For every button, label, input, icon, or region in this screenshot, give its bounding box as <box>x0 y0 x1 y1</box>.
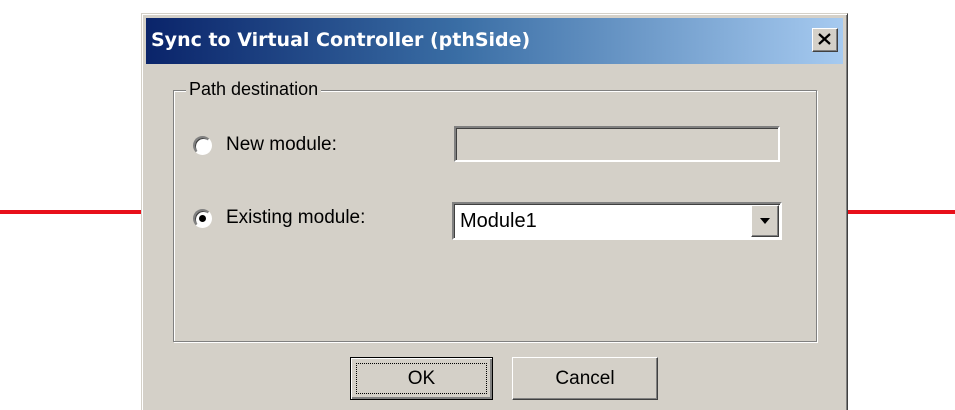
canvas: Sync to Virtual Controller (pthSide) Pat… <box>0 0 955 410</box>
dropdown-button[interactable] <box>751 205 779 237</box>
combo-value: Module1 <box>460 210 537 232</box>
focus-rect <box>356 363 487 394</box>
cancel-label: Cancel <box>555 368 615 389</box>
new-module-radio[interactable] <box>193 136 212 155</box>
close-x-icon <box>818 33 831 45</box>
chevron-down-icon <box>760 218 770 224</box>
title-bar[interactable]: Sync to Virtual Controller (pthSide) <box>146 18 843 64</box>
group-legend: Path destination <box>186 79 322 100</box>
new-module-label[interactable]: New module: <box>226 134 337 156</box>
existing-module-radio[interactable] <box>193 209 212 228</box>
existing-module-label[interactable]: Existing module: <box>226 207 365 229</box>
radio-selected-dot <box>199 215 206 222</box>
existing-module-combo[interactable]: Module1 <box>452 202 782 240</box>
cancel-button[interactable]: Cancel <box>512 357 658 400</box>
sync-dialog: Sync to Virtual Controller (pthSide) Pat… <box>141 13 848 410</box>
ok-button[interactable]: OK <box>350 357 493 400</box>
new-module-field <box>454 126 780 162</box>
close-button[interactable] <box>812 28 838 52</box>
dialog-title: Sync to Virtual Controller (pthSide) <box>151 29 531 51</box>
